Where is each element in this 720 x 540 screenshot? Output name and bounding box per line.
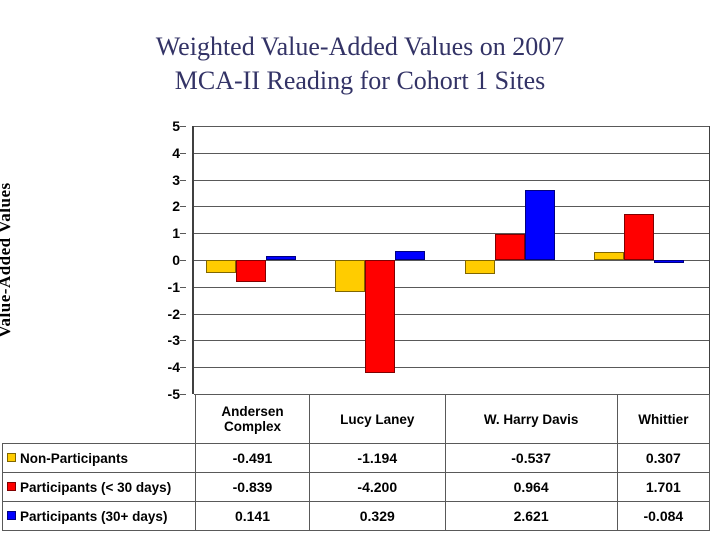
y-axis-tick-label: -1 (167, 278, 180, 295)
y-axis-tick-label: -3 (167, 332, 180, 349)
bar (395, 251, 426, 260)
table-cell-value: 2.621 (444, 501, 618, 531)
y-axis-tick-mark (180, 340, 186, 342)
bar (624, 214, 655, 260)
bar (594, 251, 625, 260)
bar (524, 189, 555, 260)
gridline (194, 179, 709, 181)
table-column-header: W. Harry Davis (444, 394, 618, 444)
y-axis-tick-label: 2 (172, 198, 180, 215)
data-table: Andersen Complex Lucy Laney W. Harry Davis… (2, 394, 711, 531)
table-cell-value: 1.701 (616, 472, 711, 502)
table-cell-value: 0.141 (195, 501, 310, 531)
y-axis-tick-mark (180, 152, 186, 154)
bar (654, 260, 685, 263)
y-axis-tick-mark (180, 179, 186, 181)
table-cell-value: -1.194 (308, 443, 446, 473)
gridline (194, 286, 709, 288)
gridline (194, 313, 709, 315)
y-axis-tick-mark (180, 126, 186, 127)
table-column-header: Whittier (616, 394, 711, 444)
y-axis-tick-label: -2 (167, 305, 180, 322)
y-axis-tick-mark (180, 367, 186, 369)
y-axis-tick-label: -4 (167, 359, 180, 376)
gridline (194, 152, 709, 154)
table-cell-value: 0.964 (444, 472, 618, 502)
legend-item-label: Participants (30+ days) (20, 508, 168, 524)
y-axis-tick-mark (180, 286, 186, 288)
table-column-header: Lucy Laney (308, 394, 446, 444)
legend-item-label: Participants (< 30 days) (20, 479, 172, 495)
bar (365, 260, 396, 373)
bar (265, 256, 296, 260)
slide-root: { "title": "Weighted Value-Added Values … (0, 0, 720, 540)
table-column-header: Andersen Complex (195, 394, 310, 444)
y-axis-tick-label: 3 (172, 171, 180, 188)
y-axis-tick-label: 5 (172, 118, 180, 134)
legend-item-label: Non-Participants (20, 450, 129, 466)
bar (235, 260, 266, 283)
table-cell-value: -4.200 (308, 472, 446, 502)
table-cell-value: -0.084 (616, 501, 711, 531)
y-axis-tick-mark (180, 260, 186, 261)
bar (464, 260, 495, 275)
legend-color-swatch-icon (7, 453, 16, 463)
table-row: Participants (< 30 days) -0.839 -4.200 0.96… (2, 472, 711, 502)
legend-color-swatch-icon (7, 482, 16, 492)
legend-item[interactable]: Non-Participants (2, 443, 196, 473)
y-axis-tick-label: 1 (172, 225, 180, 242)
y-axis-tick-mark (180, 233, 186, 235)
table-corner-cell (3, 395, 196, 444)
table-cell-value: -0.839 (195, 472, 310, 502)
legend-item[interactable]: Participants (< 30 days) (2, 472, 196, 502)
gridline (194, 206, 709, 208)
legend-color-swatch-icon (7, 511, 16, 521)
table-cell-value: -0.491 (195, 443, 310, 473)
y-axis-title: Value-Added Values (0, 182, 14, 338)
table-cell-value: 0.329 (308, 501, 446, 531)
table-row: Participants (30+ days) 0.141 0.329 2.621 -0… (2, 501, 711, 531)
y-axis-tick-label: 0 (172, 252, 180, 268)
table-cell-value: 0.307 (616, 443, 711, 473)
page-title: Weighted Value-Added Values on 2007 MCA-… (155, 32, 565, 95)
table-row: Non-Participants -0.491 -1.194 -0.537 0.307 (2, 443, 711, 473)
table-cell-value: -0.537 (444, 443, 618, 473)
legend-item[interactable]: Participants (30+ days) (2, 501, 196, 531)
y-axis-tick-mark (180, 206, 186, 208)
bar (205, 260, 236, 274)
gridline (194, 126, 709, 127)
gridline (194, 367, 709, 369)
bar (335, 260, 366, 292)
y-axis-tick-label: 4 (172, 144, 180, 161)
y-axis-tick-labels: 5 4 3 2 1 0 -1 -2 -3 -4 -5 (140, 118, 186, 402)
bar (494, 234, 525, 260)
y-axis-tick-mark (180, 313, 186, 315)
gridline (194, 260, 709, 261)
plot-area (192, 126, 710, 395)
gridline (194, 340, 709, 342)
table-header-row: Andersen Complex Lucy Laney W. Harry Davis… (3, 394, 711, 444)
